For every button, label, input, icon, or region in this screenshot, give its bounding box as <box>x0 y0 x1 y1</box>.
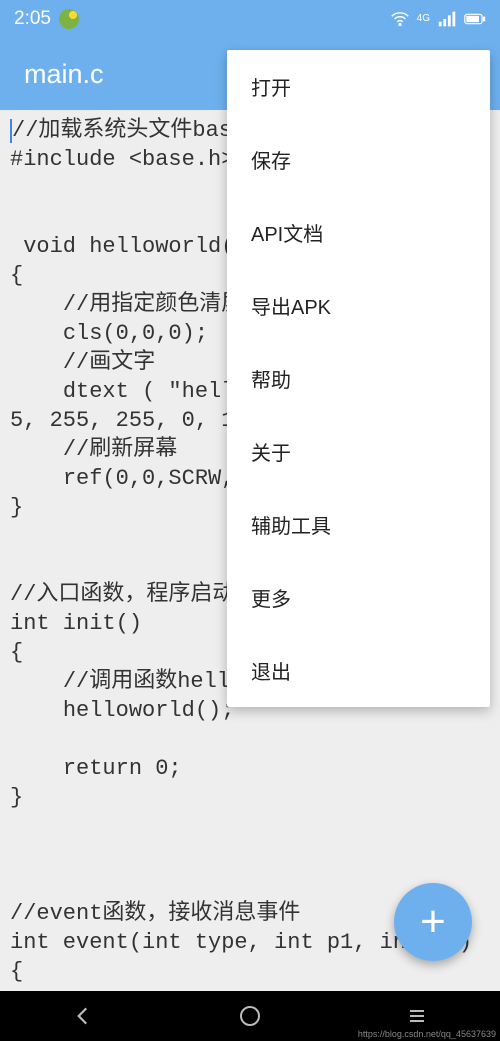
page-title: main.c <box>24 59 104 90</box>
nav-home-button[interactable] <box>190 1004 310 1028</box>
status-bar: 2:05 4G <box>0 0 500 38</box>
menu-tools[interactable]: 辅助工具 <box>227 488 490 561</box>
battery-icon <box>464 8 486 30</box>
menu-help[interactable]: 帮助 <box>227 342 490 415</box>
menu-open[interactable]: 打开 <box>227 50 490 123</box>
watermark-text: https://blog.csdn.net/qq_45637639 <box>358 1029 496 1039</box>
status-time: 2:05 <box>14 8 51 30</box>
circle-icon <box>238 1004 262 1028</box>
menu-export-apk[interactable]: 导出APK <box>227 269 490 342</box>
options-menu: 打开 保存 API文档 导出APK 帮助 关于 辅助工具 更多 退出 <box>227 50 490 707</box>
fab-add-button[interactable]: + <box>394 883 472 961</box>
wifi-icon <box>389 8 411 30</box>
signal-icon <box>436 8 458 30</box>
network-label: 4G <box>417 14 430 24</box>
plus-icon: + <box>420 897 446 947</box>
app-status-icon <box>59 9 79 29</box>
nav-recent-button[interactable] <box>357 1004 477 1028</box>
menu-api-docs[interactable]: API文档 <box>227 196 490 269</box>
menu-about[interactable]: 关于 <box>227 415 490 488</box>
nav-back-button[interactable] <box>23 1003 143 1029</box>
menu-lines-icon <box>405 1004 429 1028</box>
menu-more[interactable]: 更多 <box>227 561 490 634</box>
menu-save[interactable]: 保存 <box>227 123 490 196</box>
chevron-left-icon <box>70 1003 96 1029</box>
menu-exit[interactable]: 退出 <box>227 634 490 707</box>
